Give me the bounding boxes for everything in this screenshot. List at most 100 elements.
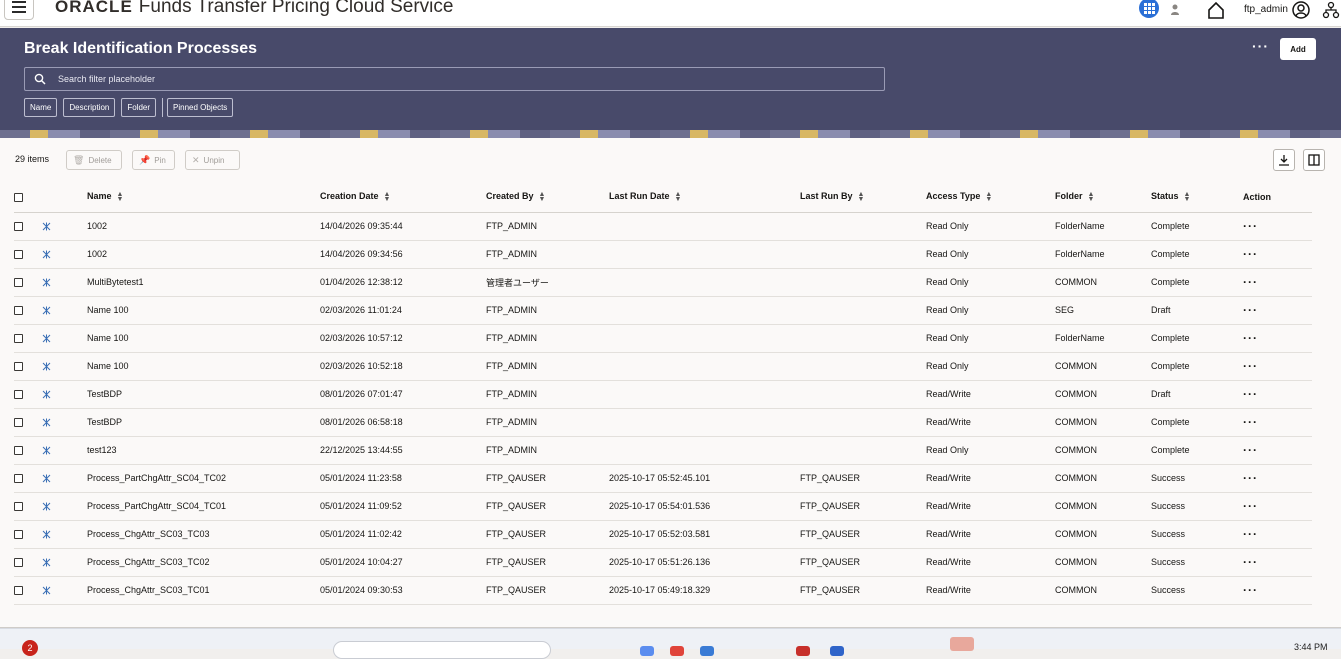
pin-button[interactable]: 📌 Pin bbox=[132, 150, 175, 170]
row-actions-button[interactable]: ··· bbox=[1243, 303, 1258, 317]
col-name[interactable]: Name ▲ ▼ bbox=[87, 182, 320, 213]
row-checkbox[interactable] bbox=[14, 250, 23, 260]
row-checkbox[interactable] bbox=[14, 390, 23, 400]
search-input[interactable]: Search filter placeholder bbox=[24, 67, 885, 91]
table-row[interactable]: TestBDP 08/01/2026 06:58:18 FTP_ADMIN Read/… bbox=[14, 408, 1312, 437]
cell-name[interactable]: test123 bbox=[87, 436, 320, 465]
cell-name[interactable]: MultiBytetest1 bbox=[87, 268, 320, 297]
row-actions-button[interactable]: ··· bbox=[1243, 359, 1258, 373]
taskbar-app-icon[interactable] bbox=[796, 646, 810, 656]
taskbar-app-icon[interactable] bbox=[670, 646, 684, 656]
table-row[interactable]: Process_ChgAttr_SC03_TC02 05/01/2024 10:0… bbox=[14, 548, 1312, 577]
chip-folder[interactable]: Folder bbox=[121, 98, 157, 117]
cell-name[interactable]: Process_ChgAttr_SC03_TC03 bbox=[87, 520, 320, 549]
row-checkbox[interactable] bbox=[14, 306, 23, 316]
cell-name[interactable]: Name 100 bbox=[87, 324, 320, 353]
cell-name[interactable]: TestBDP bbox=[87, 380, 320, 409]
chip-name[interactable]: Name bbox=[24, 98, 58, 117]
apps-grid-icon[interactable] bbox=[1139, 0, 1159, 18]
hamburger-menu-button[interactable] bbox=[4, 0, 34, 20]
row-actions-button[interactable]: ··· bbox=[1243, 527, 1258, 541]
cell-name[interactable]: TestBDP bbox=[87, 408, 320, 437]
cell-name[interactable]: Name 100 bbox=[87, 296, 320, 325]
sort-icon[interactable]: ▲ ▼ bbox=[1088, 191, 1095, 203]
row-actions-button[interactable]: ··· bbox=[1243, 387, 1258, 401]
add-button[interactable]: Add bbox=[1280, 38, 1316, 60]
col-folder[interactable]: Folder ▲ ▼ bbox=[1055, 182, 1151, 213]
delete-button[interactable]: 🗑 Delete bbox=[66, 150, 122, 170]
col-access-type[interactable]: Access Type ▲ ▼ bbox=[926, 182, 1055, 213]
row-actions-button[interactable]: ··· bbox=[1243, 471, 1258, 485]
person-icon[interactable] bbox=[1166, 0, 1186, 20]
row-actions-button[interactable]: ··· bbox=[1243, 583, 1258, 597]
table-row[interactable]: test123 22/12/2025 13:44:55 FTP_ADMIN Read … bbox=[14, 436, 1312, 465]
table-row[interactable]: Name 100 02/03/2026 11:01:24 FTP_ADMIN Read… bbox=[14, 296, 1312, 325]
sort-icon[interactable]: ▲ ▼ bbox=[539, 191, 546, 203]
user-name[interactable]: ftp_admin bbox=[1244, 4, 1288, 15]
row-checkbox[interactable] bbox=[14, 586, 23, 596]
select-all-checkbox[interactable] bbox=[14, 192, 23, 202]
notification-badge[interactable]: 2 bbox=[22, 640, 38, 656]
row-actions-button[interactable]: ··· bbox=[1243, 443, 1258, 457]
taskbar-app-icon[interactable] bbox=[830, 646, 844, 656]
col-last-run-date[interactable]: Last Run Date ▲ ▼ bbox=[609, 182, 800, 213]
unpin-button[interactable]: ✕ Unpin bbox=[185, 150, 240, 170]
cell-name[interactable]: Process_PartChgAttr_SC04_TC02 bbox=[87, 464, 320, 493]
row-actions-button[interactable]: ··· bbox=[1243, 415, 1258, 429]
table-row[interactable]: Process_PartChgAttr_SC04_TC02 05/01/2024 … bbox=[14, 464, 1312, 493]
org-chart-icon[interactable] bbox=[1321, 0, 1341, 20]
table-row[interactable]: Process_ChgAttr_SC03_TC03 05/01/2024 11:0… bbox=[14, 520, 1312, 549]
row-checkbox[interactable] bbox=[14, 530, 23, 540]
table-row[interactable]: Name 100 02/03/2026 10:52:18 FTP_ADMIN Read… bbox=[14, 352, 1312, 381]
col-creation-date[interactable]: Creation Date ▲ ▼ bbox=[320, 182, 486, 213]
row-checkbox[interactable] bbox=[14, 222, 23, 232]
columns-button[interactable] bbox=[1303, 149, 1325, 171]
cell-name[interactable]: 1002 bbox=[87, 212, 320, 241]
home-icon[interactable] bbox=[1206, 0, 1226, 20]
row-checkbox[interactable] bbox=[14, 278, 23, 288]
more-actions-button[interactable]: ··· bbox=[1252, 38, 1269, 54]
sort-icon[interactable]: ▲ ▼ bbox=[675, 191, 682, 203]
col-created-by[interactable]: Created By ▲ ▼ bbox=[486, 182, 609, 213]
cell-name[interactable]: Process_PartChgAttr_SC04_TC01 bbox=[87, 492, 320, 521]
sort-icon[interactable]: ▲ ▼ bbox=[117, 191, 124, 203]
row-actions-button[interactable]: ··· bbox=[1243, 247, 1258, 261]
row-checkbox[interactable] bbox=[14, 474, 23, 484]
col-status[interactable]: Status ▲ ▼ bbox=[1151, 182, 1243, 213]
row-actions-button[interactable]: ··· bbox=[1243, 219, 1258, 233]
sort-icon[interactable]: ▲ ▼ bbox=[384, 191, 391, 203]
row-actions-button[interactable]: ··· bbox=[1243, 555, 1258, 569]
row-checkbox[interactable] bbox=[14, 362, 23, 372]
row-actions-button[interactable]: ··· bbox=[1243, 331, 1258, 345]
cell-name[interactable]: Name 100 bbox=[87, 352, 320, 381]
sort-icon[interactable]: ▲ ▼ bbox=[985, 191, 992, 203]
col-last-run-by[interactable]: Last Run By ▲ ▼ bbox=[800, 182, 926, 213]
download-button[interactable] bbox=[1273, 149, 1295, 171]
row-checkbox[interactable] bbox=[14, 558, 23, 568]
row-checkbox[interactable] bbox=[14, 334, 23, 344]
table-row[interactable]: 1002 14/04/2026 09:34:56 FTP_ADMIN Read Onl… bbox=[14, 240, 1312, 269]
sort-icon[interactable]: ▲ ▼ bbox=[1184, 191, 1191, 203]
row-checkbox[interactable] bbox=[14, 418, 23, 428]
cell-name[interactable]: 1002 bbox=[87, 240, 320, 269]
row-checkbox[interactable] bbox=[14, 446, 23, 456]
cell-name[interactable]: Process_ChgAttr_SC03_TC02 bbox=[87, 548, 320, 577]
table-row[interactable]: TestBDP 08/01/2026 07:01:47 FTP_ADMIN Read/… bbox=[14, 380, 1312, 409]
sort-icon[interactable]: ▲ ▼ bbox=[858, 191, 865, 203]
table-row[interactable]: Process_ChgAttr_SC03_TC01 05/01/2024 09:3… bbox=[14, 576, 1312, 605]
user-circle-icon[interactable] bbox=[1291, 0, 1311, 20]
row-checkbox[interactable] bbox=[14, 502, 23, 512]
table-row[interactable]: MultiBytetest1 01/04/2026 12:38:12 管理者ユーザー… bbox=[14, 268, 1312, 297]
chip-description[interactable]: Description bbox=[63, 98, 116, 117]
taskbar-app-icon[interactable] bbox=[700, 646, 714, 656]
cell-name[interactable]: Process_ChgAttr_SC03_TC01 bbox=[87, 576, 320, 605]
row-actions-button[interactable]: ··· bbox=[1243, 275, 1258, 289]
taskbar-app-icon[interactable] bbox=[640, 646, 654, 656]
chip-pinned-objects[interactable]: Pinned Objects bbox=[167, 98, 234, 117]
cell-status: Complete bbox=[1151, 240, 1243, 269]
table-row[interactable]: 1002 14/04/2026 09:35:44 FTP_ADMIN Read Onl… bbox=[14, 212, 1312, 241]
row-actions-button[interactable]: ··· bbox=[1243, 499, 1258, 513]
table-row[interactable]: Name 100 02/03/2026 10:57:12 FTP_ADMIN Read… bbox=[14, 324, 1312, 353]
taskbar-search[interactable] bbox=[333, 641, 551, 659]
table-row[interactable]: Process_PartChgAttr_SC04_TC01 05/01/2024 … bbox=[14, 492, 1312, 521]
